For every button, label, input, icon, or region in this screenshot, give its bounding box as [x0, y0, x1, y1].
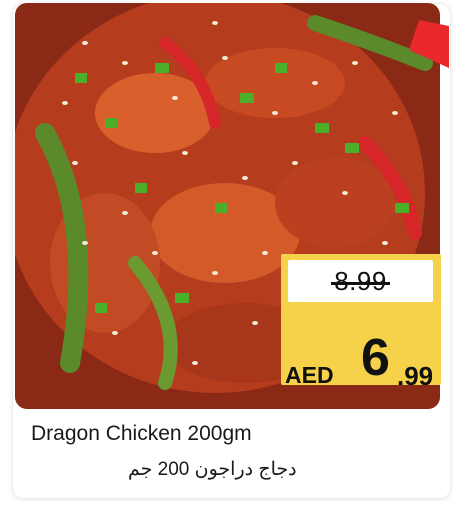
- price-badge: 8.99 AED 6 .99: [281, 254, 441, 391]
- corner-tag-icon: [409, 20, 449, 68]
- currency-label: AED: [285, 362, 334, 388]
- product-name[interactable]: Dragon Chicken 200gm: [31, 422, 252, 446]
- old-price-box: 8.99: [288, 260, 433, 302]
- new-price-integer: 6: [361, 329, 390, 387]
- new-price-decimal: .99: [397, 361, 434, 391]
- product-name-arabic: دجاج دراجون 200 جم: [128, 459, 297, 480]
- old-price: 8.99: [331, 265, 390, 296]
